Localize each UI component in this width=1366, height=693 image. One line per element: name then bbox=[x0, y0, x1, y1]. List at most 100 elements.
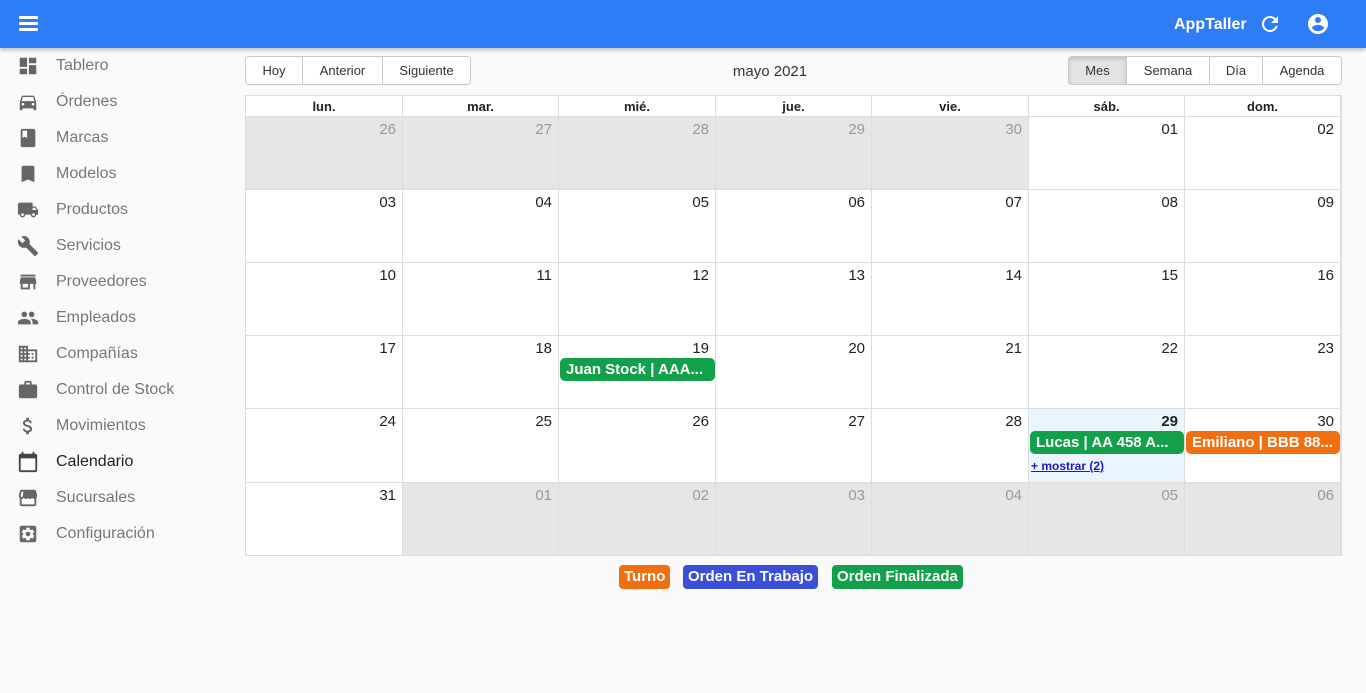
day-number[interactable]: 06 bbox=[1317, 487, 1334, 504]
calendar-day-cell[interactable]: 02 bbox=[1185, 117, 1341, 190]
day-number[interactable]: 10 bbox=[379, 267, 396, 284]
day-number[interactable]: 28 bbox=[692, 121, 709, 138]
calendar-day-cell[interactable]: 04 bbox=[403, 190, 559, 263]
sidebar-item-ordenes[interactable]: Órdenes bbox=[0, 84, 220, 120]
day-number[interactable]: 04 bbox=[1005, 487, 1022, 504]
account-icon[interactable] bbox=[1306, 12, 1330, 36]
calendar-day-cell[interactable]: 07 bbox=[872, 190, 1029, 263]
day-number[interactable]: 13 bbox=[848, 267, 865, 284]
day-number[interactable]: 27 bbox=[535, 121, 552, 138]
calendar-day-cell[interactable]: 31 bbox=[246, 483, 403, 556]
calendar-day-cell[interactable]: 02 bbox=[559, 483, 716, 556]
day-number[interactable]: 18 bbox=[535, 340, 552, 357]
calendar-day-cell[interactable]: 18 bbox=[403, 336, 559, 409]
day-number[interactable]: 15 bbox=[1161, 267, 1178, 284]
day-number[interactable]: 27 bbox=[848, 413, 865, 430]
today-button[interactable]: Hoy bbox=[245, 56, 303, 85]
day-number[interactable]: 29 bbox=[848, 121, 865, 138]
calendar-day-cell[interactable]: 25 bbox=[403, 409, 559, 483]
day-number[interactable]: 03 bbox=[379, 194, 396, 211]
day-number[interactable]: 26 bbox=[692, 413, 709, 430]
calendar-day-cell[interactable]: 03 bbox=[246, 190, 403, 263]
calendar-day-cell[interactable]: 08 bbox=[1029, 190, 1185, 263]
day-number[interactable]: 31 bbox=[379, 487, 396, 504]
day-number[interactable]: 04 bbox=[535, 194, 552, 211]
sidebar-item-tablero[interactable]: Tablero bbox=[0, 48, 220, 84]
day-number[interactable]: 12 bbox=[692, 267, 709, 284]
calendar-day-cell[interactable]: 30 bbox=[872, 117, 1029, 190]
day-number[interactable]: 24 bbox=[379, 413, 396, 430]
calendar-day-cell[interactable]: 15 bbox=[1029, 263, 1185, 336]
calendar-day-cell[interactable]: 01 bbox=[403, 483, 559, 556]
calendar-day-cell[interactable]: 24 bbox=[246, 409, 403, 483]
sidebar-item-marcas[interactable]: Marcas bbox=[0, 120, 220, 156]
calendar-day-cell[interactable]: 29 bbox=[716, 117, 872, 190]
day-number[interactable]: 21 bbox=[1005, 340, 1022, 357]
calendar-day-cell[interactable]: 28 bbox=[559, 117, 716, 190]
calendar-day-cell[interactable]: 05 bbox=[559, 190, 716, 263]
sidebar-item-control-stock[interactable]: Control de Stock bbox=[0, 372, 220, 408]
day-number[interactable]: 30 bbox=[1317, 413, 1334, 430]
sidebar-item-modelos[interactable]: Modelos bbox=[0, 156, 220, 192]
sidebar-item-calendario[interactable]: Calendario bbox=[0, 444, 220, 480]
calendar-day-cell[interactable]: 09 bbox=[1185, 190, 1341, 263]
menu-icon[interactable] bbox=[19, 14, 39, 32]
day-number[interactable]: 25 bbox=[535, 413, 552, 430]
next-button[interactable]: Siguiente bbox=[382, 56, 471, 85]
day-number[interactable]: 28 bbox=[1005, 413, 1022, 430]
sidebar-item-proveedores[interactable]: Proveedores bbox=[0, 264, 220, 300]
day-number[interactable]: 19 bbox=[692, 340, 709, 357]
calendar-event[interactable]: Emiliano | BBB 88... bbox=[1186, 431, 1340, 454]
sidebar-item-servicios[interactable]: Servicios bbox=[0, 228, 220, 264]
sidebar-item-sucursales[interactable]: Sucursales bbox=[0, 480, 220, 516]
refresh-icon[interactable] bbox=[1258, 12, 1282, 36]
day-number[interactable]: 11 bbox=[536, 267, 552, 284]
sidebar-item-movimientos[interactable]: Movimientos bbox=[0, 408, 220, 444]
day-number[interactable]: 17 bbox=[379, 340, 396, 357]
calendar-day-cell[interactable]: 20 bbox=[716, 336, 872, 409]
calendar-day-cell[interactable]: 06 bbox=[716, 190, 872, 263]
calendar-day-cell[interactable]: 27 bbox=[716, 409, 872, 483]
day-number[interactable]: 08 bbox=[1161, 194, 1178, 211]
calendar-day-cell[interactable]: 06 bbox=[1185, 483, 1341, 556]
calendar-day-cell[interactable]: 11 bbox=[403, 263, 559, 336]
calendar-day-cell[interactable]: 04 bbox=[872, 483, 1029, 556]
calendar-day-cell[interactable]: 05 bbox=[1029, 483, 1185, 556]
sidebar-item-productos[interactable]: Productos bbox=[0, 192, 220, 228]
calendar-day-cell[interactable]: 01 bbox=[1029, 117, 1185, 190]
sidebar-item-configuracion[interactable]: Configuración bbox=[0, 516, 220, 552]
previous-button[interactable]: Anterior bbox=[302, 56, 383, 85]
calendar-day-cell[interactable]: 27 bbox=[403, 117, 559, 190]
day-number[interactable]: 05 bbox=[1161, 487, 1178, 504]
calendar-day-cell[interactable]: 12 bbox=[559, 263, 716, 336]
calendar-event[interactable]: Juan Stock | AAA... bbox=[560, 358, 715, 381]
sidebar-item-companias[interactable]: Compañías bbox=[0, 336, 220, 372]
day-number[interactable]: 30 bbox=[1005, 121, 1022, 138]
day-number[interactable]: 16 bbox=[1317, 267, 1334, 284]
calendar-day-cell[interactable]: 26 bbox=[246, 117, 403, 190]
calendar-day-cell[interactable]: 22 bbox=[1029, 336, 1185, 409]
view-week-button[interactable]: Semana bbox=[1126, 56, 1210, 85]
day-number[interactable]: 06 bbox=[848, 194, 865, 211]
calendar-day-cell[interactable]: 03 bbox=[716, 483, 872, 556]
day-number[interactable]: 03 bbox=[848, 487, 865, 504]
view-day-button[interactable]: Día bbox=[1209, 56, 1263, 85]
day-number[interactable]: 26 bbox=[379, 121, 396, 138]
calendar-day-cell[interactable]: 21 bbox=[872, 336, 1029, 409]
show-more-link[interactable]: + mostrar (2) bbox=[1031, 459, 1104, 473]
day-number[interactable]: 01 bbox=[535, 487, 552, 504]
calendar-day-cell[interactable]: 26 bbox=[559, 409, 716, 483]
day-number[interactable]: 02 bbox=[692, 487, 709, 504]
day-number[interactable]: 23 bbox=[1317, 340, 1334, 357]
day-number[interactable]: 05 bbox=[692, 194, 709, 211]
calendar-event[interactable]: Lucas | AA 458 A... bbox=[1030, 431, 1184, 454]
calendar-day-cell[interactable]: 16 bbox=[1185, 263, 1341, 336]
day-number[interactable]: 09 bbox=[1317, 194, 1334, 211]
calendar-day-cell[interactable]: 13 bbox=[716, 263, 872, 336]
day-number[interactable]: 22 bbox=[1161, 340, 1178, 357]
calendar-day-cell[interactable]: 23 bbox=[1185, 336, 1341, 409]
view-month-button[interactable]: Mes bbox=[1068, 56, 1127, 85]
calendar-day-cell[interactable]: 14 bbox=[872, 263, 1029, 336]
calendar-day-cell[interactable]: 17 bbox=[246, 336, 403, 409]
day-number[interactable]: 29 bbox=[1161, 413, 1178, 430]
